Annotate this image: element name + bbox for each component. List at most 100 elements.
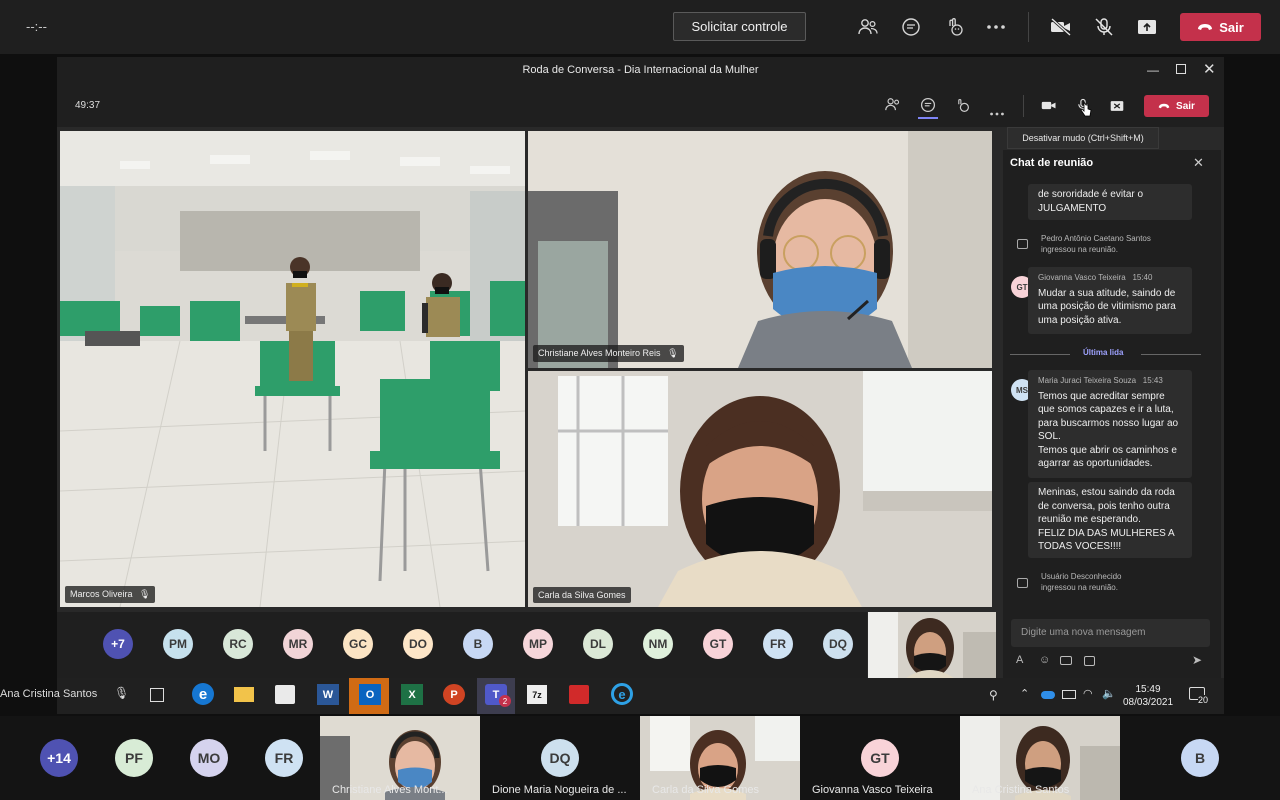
file-explorer-icon[interactable]	[234, 687, 254, 702]
acrobat-icon[interactable]	[569, 685, 589, 704]
window-titlebar: Roda de Conversa - Dia Internacional da …	[57, 57, 1224, 85]
last-read-marker: Última lida	[1083, 348, 1124, 357]
maximize-icon[interactable]	[1176, 64, 1186, 74]
gallery-avatar[interactable]: GT	[861, 739, 899, 777]
chat-message: Giovanna Vasco Teixeira 15:40 Mudar a su…	[1028, 267, 1192, 334]
gallery-avatar[interactable]: PF	[115, 739, 153, 777]
divider-line	[1010, 354, 1070, 355]
camera-icon[interactable]	[1041, 99, 1057, 117]
task-view-icon[interactable]	[150, 688, 164, 702]
participant-avatar[interactable]: MP	[523, 629, 553, 659]
chat-message-input[interactable]: Digite uma nova mensagem	[1011, 619, 1210, 647]
send-icon[interactable]: ➤	[1192, 653, 1202, 667]
powerpoint-icon[interactable]: P	[443, 684, 465, 705]
close-chat-icon[interactable]: ✕	[1193, 155, 1204, 171]
gif-icon[interactable]	[1060, 656, 1072, 665]
self-video-preview	[868, 612, 996, 678]
camera-off-icon[interactable]	[1047, 13, 1075, 41]
participant-avatar[interactable]: DQ	[823, 629, 853, 659]
participant-avatar[interactable]: GC	[343, 629, 373, 659]
internet-explorer-icon[interactable]: e	[611, 683, 633, 705]
edge-icon[interactable]: e	[192, 683, 214, 705]
chat-time: 15:40	[1132, 273, 1153, 282]
chat-message-partial: de sororidade é evitar o JULGAMENTO	[1028, 184, 1192, 220]
chat-sender: Maria Juraci Teixeira Souza	[1038, 376, 1137, 385]
participant-avatar[interactable]: FR	[763, 629, 793, 659]
leave-button[interactable]: Sair	[1180, 13, 1261, 41]
chat-message: Meninas, estou saindo da roda de convers…	[1028, 482, 1192, 558]
chat-message-line: para buscarmos nosso lugar ao	[1038, 417, 1179, 429]
7zip-icon[interactable]: 7z	[527, 685, 547, 704]
participant-avatar[interactable]: RC	[223, 629, 253, 659]
chat-time: 15:43	[1142, 376, 1163, 385]
chat-title: Chat de reunião	[1010, 157, 1094, 169]
gallery-avatar[interactable]: MO	[190, 739, 228, 777]
join-event-icon	[1017, 578, 1028, 588]
meeting-chat-panel: Chat de reunião ✕ de sororidade é evitar…	[1003, 150, 1221, 678]
participant-avatar[interactable]: PM	[163, 629, 193, 659]
gallery-tile-name: Christiane Alves Mont...	[332, 784, 448, 796]
share-tray-icon[interactable]	[1110, 99, 1124, 117]
toolbar-divider	[1028, 12, 1029, 42]
video-tile-marcos: Marcos Oliveira 🎙	[60, 131, 525, 607]
participant-avatar[interactable]: NM	[643, 629, 673, 659]
participants-icon[interactable]	[885, 97, 901, 117]
emoji-icon[interactable]: ☺	[1039, 654, 1050, 666]
gallery-avatar[interactable]: FR	[265, 739, 303, 777]
mic-off-icon[interactable]	[1090, 13, 1118, 41]
chat-message-line: Meninas, estou saindo da roda	[1038, 487, 1175, 498]
chat-message-line: de conversa, pois tenho outra	[1038, 500, 1170, 512]
wifi-icon[interactable]: ◠	[1083, 687, 1093, 700]
participants-icon[interactable]	[854, 13, 882, 41]
leave-button[interactable]: Sair	[1144, 95, 1209, 117]
chat-message-line: Temos que abrir os caminhos e	[1038, 444, 1177, 456]
format-icon[interactable]: A	[1016, 654, 1023, 666]
windows-taskbar: Ana Cristina Santos 🎙 e W O X P T 2 7z e…	[0, 678, 1224, 714]
close-window-icon[interactable]: ✕	[1203, 60, 1216, 78]
system-clock[interactable]: 15:49 08/03/2021	[1123, 683, 1173, 709]
chevron-up-icon[interactable]: ⌃	[1020, 687, 1029, 700]
gallery-avatar[interactable]: +14	[40, 739, 78, 777]
participant-avatar[interactable]: MR	[283, 629, 313, 659]
outlook-icon[interactable]: O	[359, 684, 381, 705]
participant-avatar[interactable]: GT	[703, 629, 733, 659]
gallery-avatar[interactable]: B	[1181, 739, 1219, 777]
onedrive-icon[interactable]	[1041, 691, 1055, 699]
battery-icon[interactable]	[1062, 690, 1076, 699]
divider-line	[1141, 354, 1201, 355]
system-message-name: Pedro Antônio Caetano Santos	[1041, 234, 1151, 243]
more-options-icon[interactable]	[982, 13, 1010, 41]
request-control-button[interactable]: Solicitar controle	[673, 12, 806, 41]
gallery-avatar[interactable]: DQ	[541, 739, 579, 777]
sticker-icon[interactable]	[1084, 656, 1095, 666]
self-mic-off-icon: 🎙	[114, 686, 130, 700]
gallery-tile-name: Ana Cristina Santos	[972, 784, 1070, 796]
participant-avatar[interactable]: +7	[103, 629, 133, 659]
gallery-tile-name: Carla da Silva Gomes	[652, 784, 759, 796]
meeting-controls-bar: 49:37 Sair	[57, 85, 1224, 127]
more-options-icon[interactable]	[990, 103, 1004, 121]
participant-avatar[interactable]: DL	[583, 629, 613, 659]
meeting-timer: --:--	[26, 19, 47, 34]
chat-icon[interactable]	[897, 13, 925, 41]
participant-name-tag: Christiane Alves Monteiro Reis 🎙	[533, 345, 684, 362]
reactions-icon[interactable]	[954, 97, 970, 118]
phone-hangup-icon	[1198, 24, 1213, 30]
minimize-icon[interactable]: —	[1147, 63, 1159, 77]
chat-icon[interactable]	[920, 97, 936, 118]
people-icon[interactable]: ⚲	[989, 688, 998, 702]
word-icon[interactable]: W	[317, 684, 339, 705]
store-icon[interactable]	[275, 685, 295, 704]
share-screen-icon[interactable]	[1133, 13, 1161, 41]
participant-avatar[interactable]: B	[463, 629, 493, 659]
chat-message-line: uma posição ativa.	[1038, 314, 1122, 326]
chat-message-line: JULGAMENTO	[1038, 202, 1107, 214]
video-tile-christiane: Christiane Alves Monteiro Reis 🎙	[528, 131, 992, 368]
volume-icon[interactable]: 🔈	[1102, 687, 1116, 700]
participant-name: Christiane Alves Monteiro Reis	[538, 348, 661, 358]
leave-button-label: Sair	[1219, 19, 1244, 35]
participant-avatar[interactable]: DO	[403, 629, 433, 659]
chat-message: Maria Juraci Teixeira Souza 15:43 Temos …	[1028, 370, 1192, 478]
reactions-icon[interactable]	[940, 13, 968, 41]
excel-icon[interactable]: X	[401, 684, 423, 705]
